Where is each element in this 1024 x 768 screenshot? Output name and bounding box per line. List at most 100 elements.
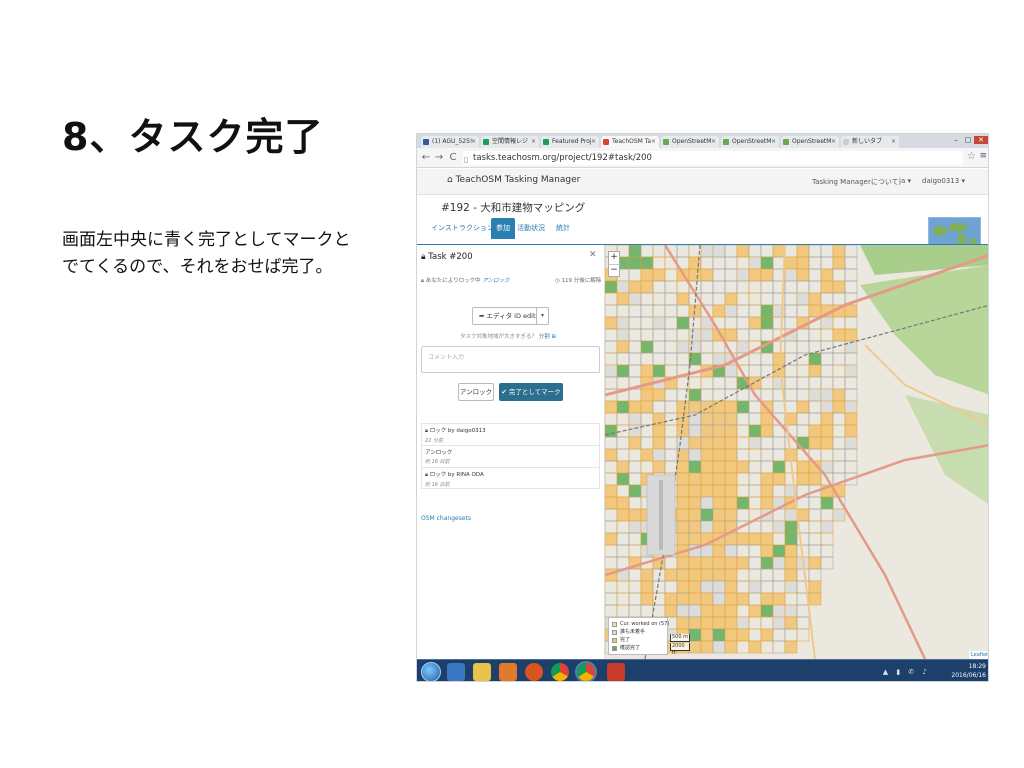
task-cell[interactable] bbox=[700, 340, 714, 354]
task-cell[interactable] bbox=[676, 520, 690, 534]
task-cell[interactable] bbox=[628, 496, 642, 510]
task-cell[interactable] bbox=[712, 544, 726, 558]
task-cell[interactable] bbox=[820, 280, 834, 294]
task-cell[interactable] bbox=[820, 256, 834, 270]
task-cell[interactable] bbox=[605, 580, 618, 594]
editor-dropdown-caret[interactable]: ▾ bbox=[536, 307, 549, 325]
task-cell[interactable] bbox=[700, 616, 714, 630]
task-cell[interactable] bbox=[676, 340, 690, 354]
task-cell[interactable] bbox=[772, 316, 786, 330]
browser-menu-icon[interactable]: ≡ bbox=[979, 151, 987, 161]
task-cell[interactable] bbox=[724, 484, 738, 498]
task-cell[interactable] bbox=[808, 544, 822, 558]
task-cell[interactable] bbox=[664, 580, 678, 594]
task-cell[interactable] bbox=[736, 484, 750, 498]
task-cell[interactable] bbox=[664, 268, 678, 282]
task-cell[interactable] bbox=[712, 556, 726, 570]
tab-stats[interactable]: 統計 bbox=[556, 218, 570, 239]
task-cell[interactable] bbox=[832, 460, 846, 474]
task-cell[interactable] bbox=[712, 352, 726, 366]
task-cell[interactable] bbox=[640, 280, 654, 294]
task-cell[interactable] bbox=[724, 292, 738, 306]
task-cell[interactable] bbox=[628, 388, 642, 402]
back-icon[interactable]: ← bbox=[420, 151, 432, 165]
task-cell[interactable] bbox=[700, 400, 714, 414]
task-cell[interactable] bbox=[736, 328, 750, 342]
task-cell[interactable] bbox=[724, 616, 738, 630]
task-cell[interactable] bbox=[605, 484, 618, 498]
task-cell[interactable] bbox=[616, 436, 630, 450]
task-cell[interactable] bbox=[628, 580, 642, 594]
browser-tab[interactable]: OpenStreetM × bbox=[781, 136, 839, 148]
task-cell[interactable] bbox=[676, 245, 690, 258]
task-cell[interactable] bbox=[748, 268, 762, 282]
task-cell[interactable] bbox=[772, 580, 786, 594]
task-cell[interactable] bbox=[796, 340, 810, 354]
task-cell[interactable] bbox=[820, 352, 834, 366]
task-cell[interactable] bbox=[736, 616, 750, 630]
task-cell[interactable] bbox=[628, 484, 642, 498]
task-cell[interactable] bbox=[796, 604, 810, 618]
task-cell[interactable] bbox=[628, 316, 642, 330]
task-cell[interactable] bbox=[664, 460, 678, 474]
task-cell[interactable] bbox=[736, 316, 750, 330]
task-cell[interactable] bbox=[760, 616, 774, 630]
task-cell[interactable] bbox=[748, 304, 762, 318]
task-cell[interactable] bbox=[616, 532, 630, 546]
task-cell[interactable] bbox=[808, 580, 822, 594]
task-cell[interactable] bbox=[688, 532, 702, 546]
task-cell[interactable] bbox=[748, 412, 762, 426]
chrome-icon[interactable] bbox=[551, 663, 569, 681]
task-cell[interactable] bbox=[664, 328, 678, 342]
task-cell[interactable] bbox=[820, 436, 834, 450]
task-cell[interactable] bbox=[676, 616, 690, 630]
task-cell[interactable] bbox=[700, 472, 714, 486]
task-cell[interactable] bbox=[616, 304, 630, 318]
task-cell[interactable] bbox=[700, 424, 714, 438]
app-brand[interactable]: ⌂ TeachOSM Tasking Manager bbox=[447, 175, 580, 185]
task-cell[interactable] bbox=[712, 568, 726, 582]
task-cell[interactable] bbox=[844, 400, 858, 414]
task-cell[interactable] bbox=[748, 472, 762, 486]
task-cell[interactable] bbox=[844, 304, 858, 318]
task-cell[interactable] bbox=[736, 568, 750, 582]
task-cell[interactable] bbox=[616, 544, 630, 558]
task-cell[interactable] bbox=[688, 388, 702, 402]
task-cell[interactable] bbox=[784, 292, 798, 306]
task-cell[interactable] bbox=[808, 280, 822, 294]
task-cell[interactable] bbox=[628, 532, 642, 546]
task-cell[interactable] bbox=[688, 580, 702, 594]
task-cell[interactable] bbox=[712, 628, 726, 642]
task-cell[interactable] bbox=[724, 628, 738, 642]
minimize-icon[interactable]: – bbox=[950, 136, 962, 144]
task-cell[interactable] bbox=[712, 412, 726, 426]
task-cell[interactable] bbox=[700, 640, 714, 654]
task-cell[interactable] bbox=[712, 340, 726, 354]
task-cell[interactable] bbox=[736, 400, 750, 414]
task-cell[interactable] bbox=[605, 352, 618, 366]
zoom-out-button[interactable]: − bbox=[609, 264, 619, 276]
tab-close-icon[interactable]: × bbox=[711, 136, 716, 148]
task-cell[interactable] bbox=[796, 388, 810, 402]
task-cell[interactable] bbox=[652, 400, 666, 414]
task-cell[interactable] bbox=[712, 256, 726, 270]
task-cell[interactable] bbox=[820, 520, 834, 534]
task-cell[interactable] bbox=[748, 616, 762, 630]
task-cell[interactable] bbox=[605, 340, 618, 354]
task-cell[interactable] bbox=[664, 352, 678, 366]
task-cell[interactable] bbox=[640, 340, 654, 354]
task-cell[interactable] bbox=[796, 472, 810, 486]
task-cell[interactable] bbox=[760, 304, 774, 318]
task-cell[interactable] bbox=[688, 316, 702, 330]
task-cell[interactable] bbox=[688, 616, 702, 630]
task-cell[interactable] bbox=[820, 508, 834, 522]
tab-close-icon[interactable]: × bbox=[891, 136, 896, 148]
browser-tab[interactable]: Featured Proj × bbox=[541, 136, 599, 148]
task-cell[interactable] bbox=[676, 580, 690, 594]
task-cell[interactable] bbox=[736, 304, 750, 318]
start-button[interactable] bbox=[421, 662, 441, 681]
task-cell[interactable] bbox=[652, 424, 666, 438]
task-cell[interactable] bbox=[760, 484, 774, 498]
task-cell[interactable] bbox=[640, 448, 654, 462]
task-cell[interactable] bbox=[808, 352, 822, 366]
